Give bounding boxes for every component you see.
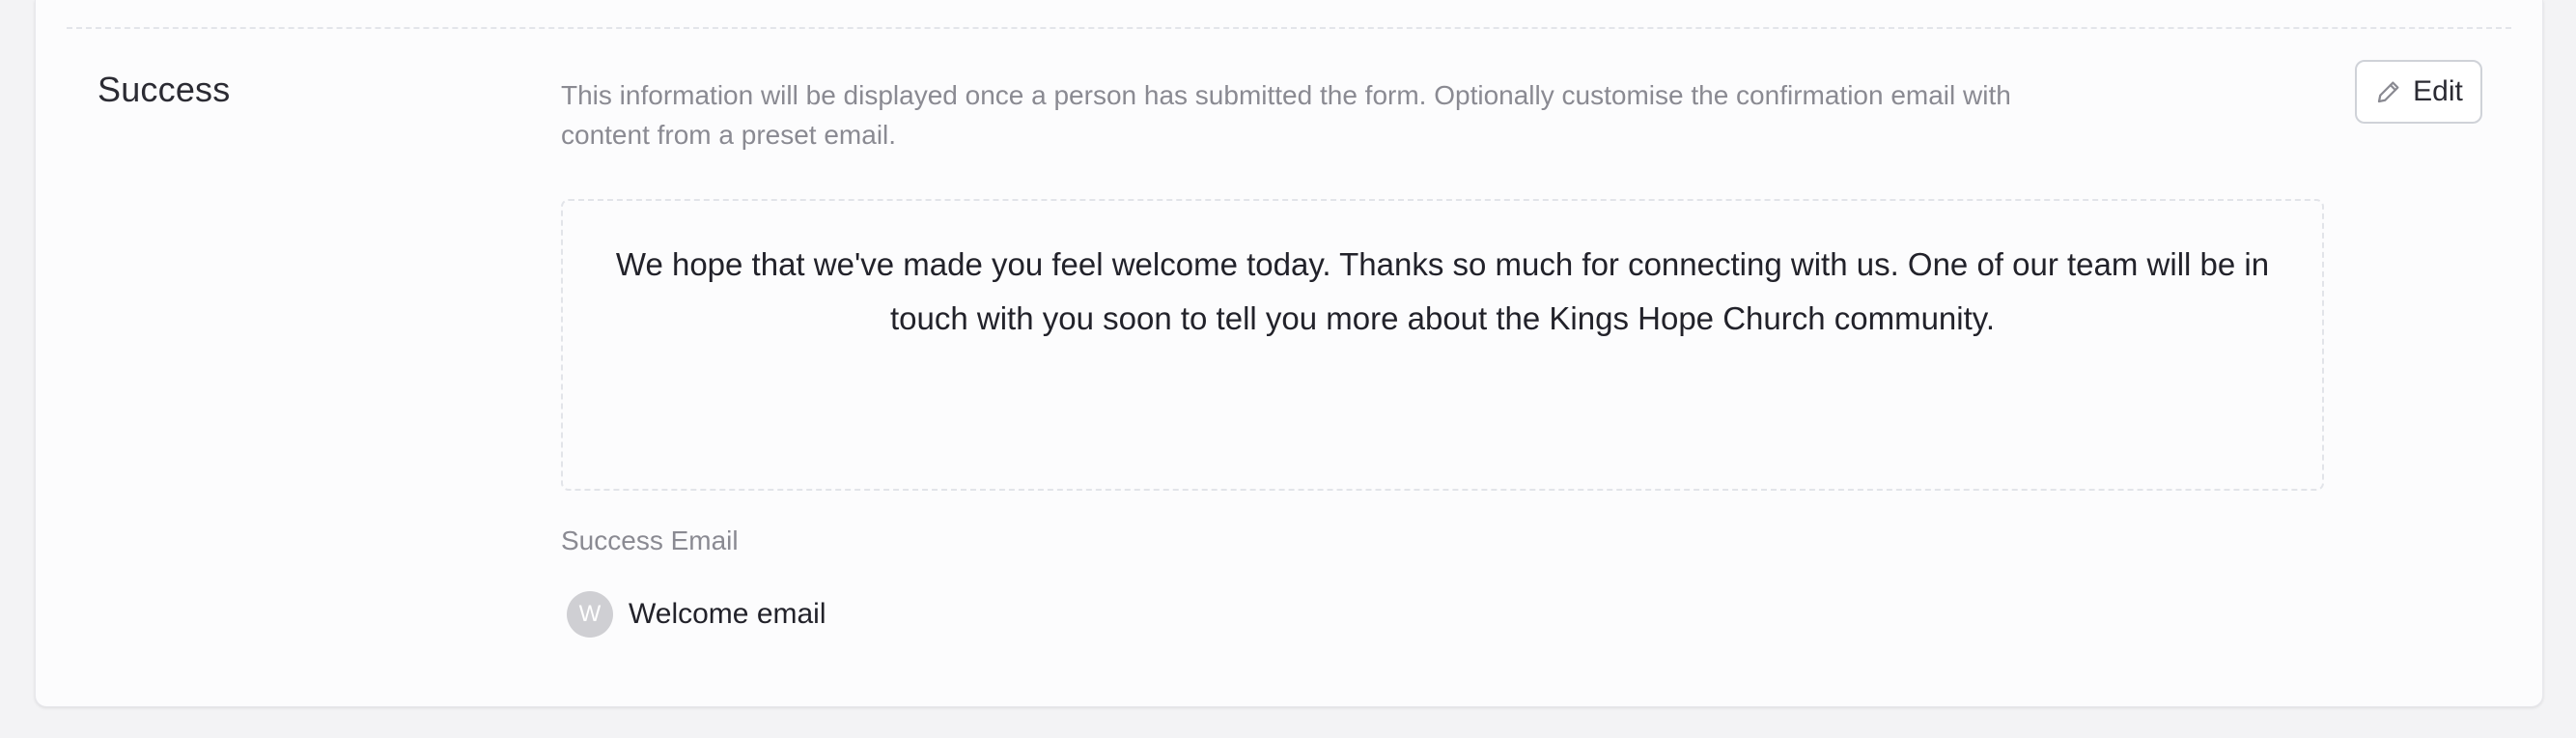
pencil-icon (2374, 77, 2403, 106)
edit-button[interactable]: Edit (2355, 60, 2482, 124)
edit-button-label: Edit (2413, 75, 2463, 107)
success-email-name: Welcome email (629, 598, 826, 630)
success-section-card: Success This information will be display… (35, 0, 2543, 707)
success-message-box: We hope that we've made you feel welcome… (561, 199, 2324, 491)
section-divider (67, 27, 2511, 29)
section-description: This information will be displayed once … (561, 80, 2011, 150)
success-message-text: We hope that we've made you feel welcome… (615, 246, 2270, 336)
section-title: Success (98, 70, 231, 109)
success-email-item[interactable]: W Welcome email (567, 591, 826, 638)
success-email-label: Success Email (561, 525, 739, 555)
email-avatar: W (567, 591, 613, 638)
